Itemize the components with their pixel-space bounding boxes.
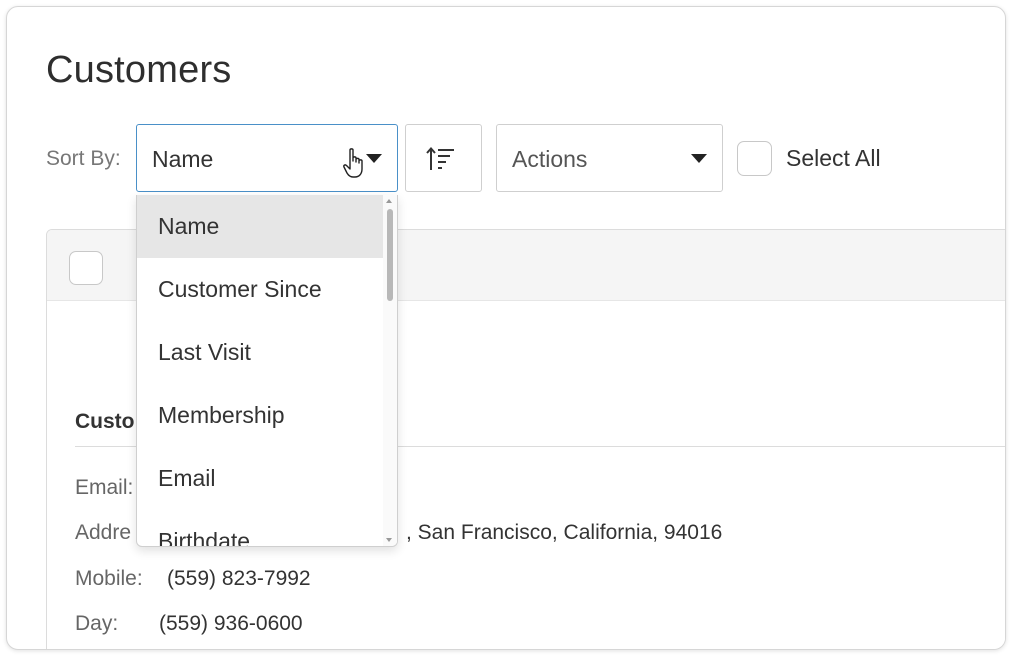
scroll-up-arrow-icon[interactable] [386, 199, 392, 203]
sort-option-email[interactable]: Email [137, 447, 384, 510]
select-all-label[interactable]: Select All [786, 145, 881, 172]
sort-option-last-visit[interactable]: Last Visit [137, 321, 384, 384]
actions-value: Actions [512, 146, 588, 172]
customer-checkbox[interactable] [69, 251, 103, 285]
email-label: Email: [75, 476, 134, 499]
section-title: Custo [75, 410, 135, 433]
sort-order-button[interactable] [405, 124, 482, 192]
scroll-down-arrow-icon[interactable] [386, 538, 392, 542]
caret-down-icon [691, 154, 707, 163]
mobile-label: Mobile: [75, 567, 143, 590]
email-row: Email: [75, 476, 133, 500]
mobile-value: (559) 823-7992 [167, 567, 311, 590]
sort-by-select[interactable]: Name [136, 124, 398, 192]
sort-option-membership[interactable]: Membership [137, 384, 384, 447]
sort-option-name[interactable]: Name [137, 195, 384, 258]
select-all-checkbox[interactable] [737, 141, 772, 176]
day-value: (559) 936-0600 [159, 612, 303, 635]
dropdown-scrollbar[interactable] [383, 195, 397, 546]
scroll-thumb[interactable] [387, 209, 393, 301]
sort-by-label: Sort By: [46, 147, 121, 170]
day-row: Day: (559) 936-0600 [75, 612, 303, 636]
mobile-row: Mobile: (559) 823-7992 [75, 567, 311, 591]
customers-window: Customers Sort By: Name Actions Select A… [6, 6, 1006, 650]
hand-pointer-icon [343, 148, 363, 178]
address-value: , San Francisco, California, 94016 [406, 521, 723, 544]
actions-select[interactable]: Actions [496, 124, 723, 192]
sort-ascending-icon [426, 147, 454, 170]
sort-by-dropdown: Name Customer Since Last Visit Membershi… [136, 195, 398, 547]
sort-option-customer-since[interactable]: Customer Since [137, 258, 384, 321]
sort-option-birthdate[interactable]: Birthdate [137, 510, 384, 546]
caret-down-icon [366, 154, 382, 163]
page-title: Customers [46, 49, 232, 91]
sort-by-value: Name [152, 146, 214, 172]
day-label: Day: [75, 612, 119, 635]
